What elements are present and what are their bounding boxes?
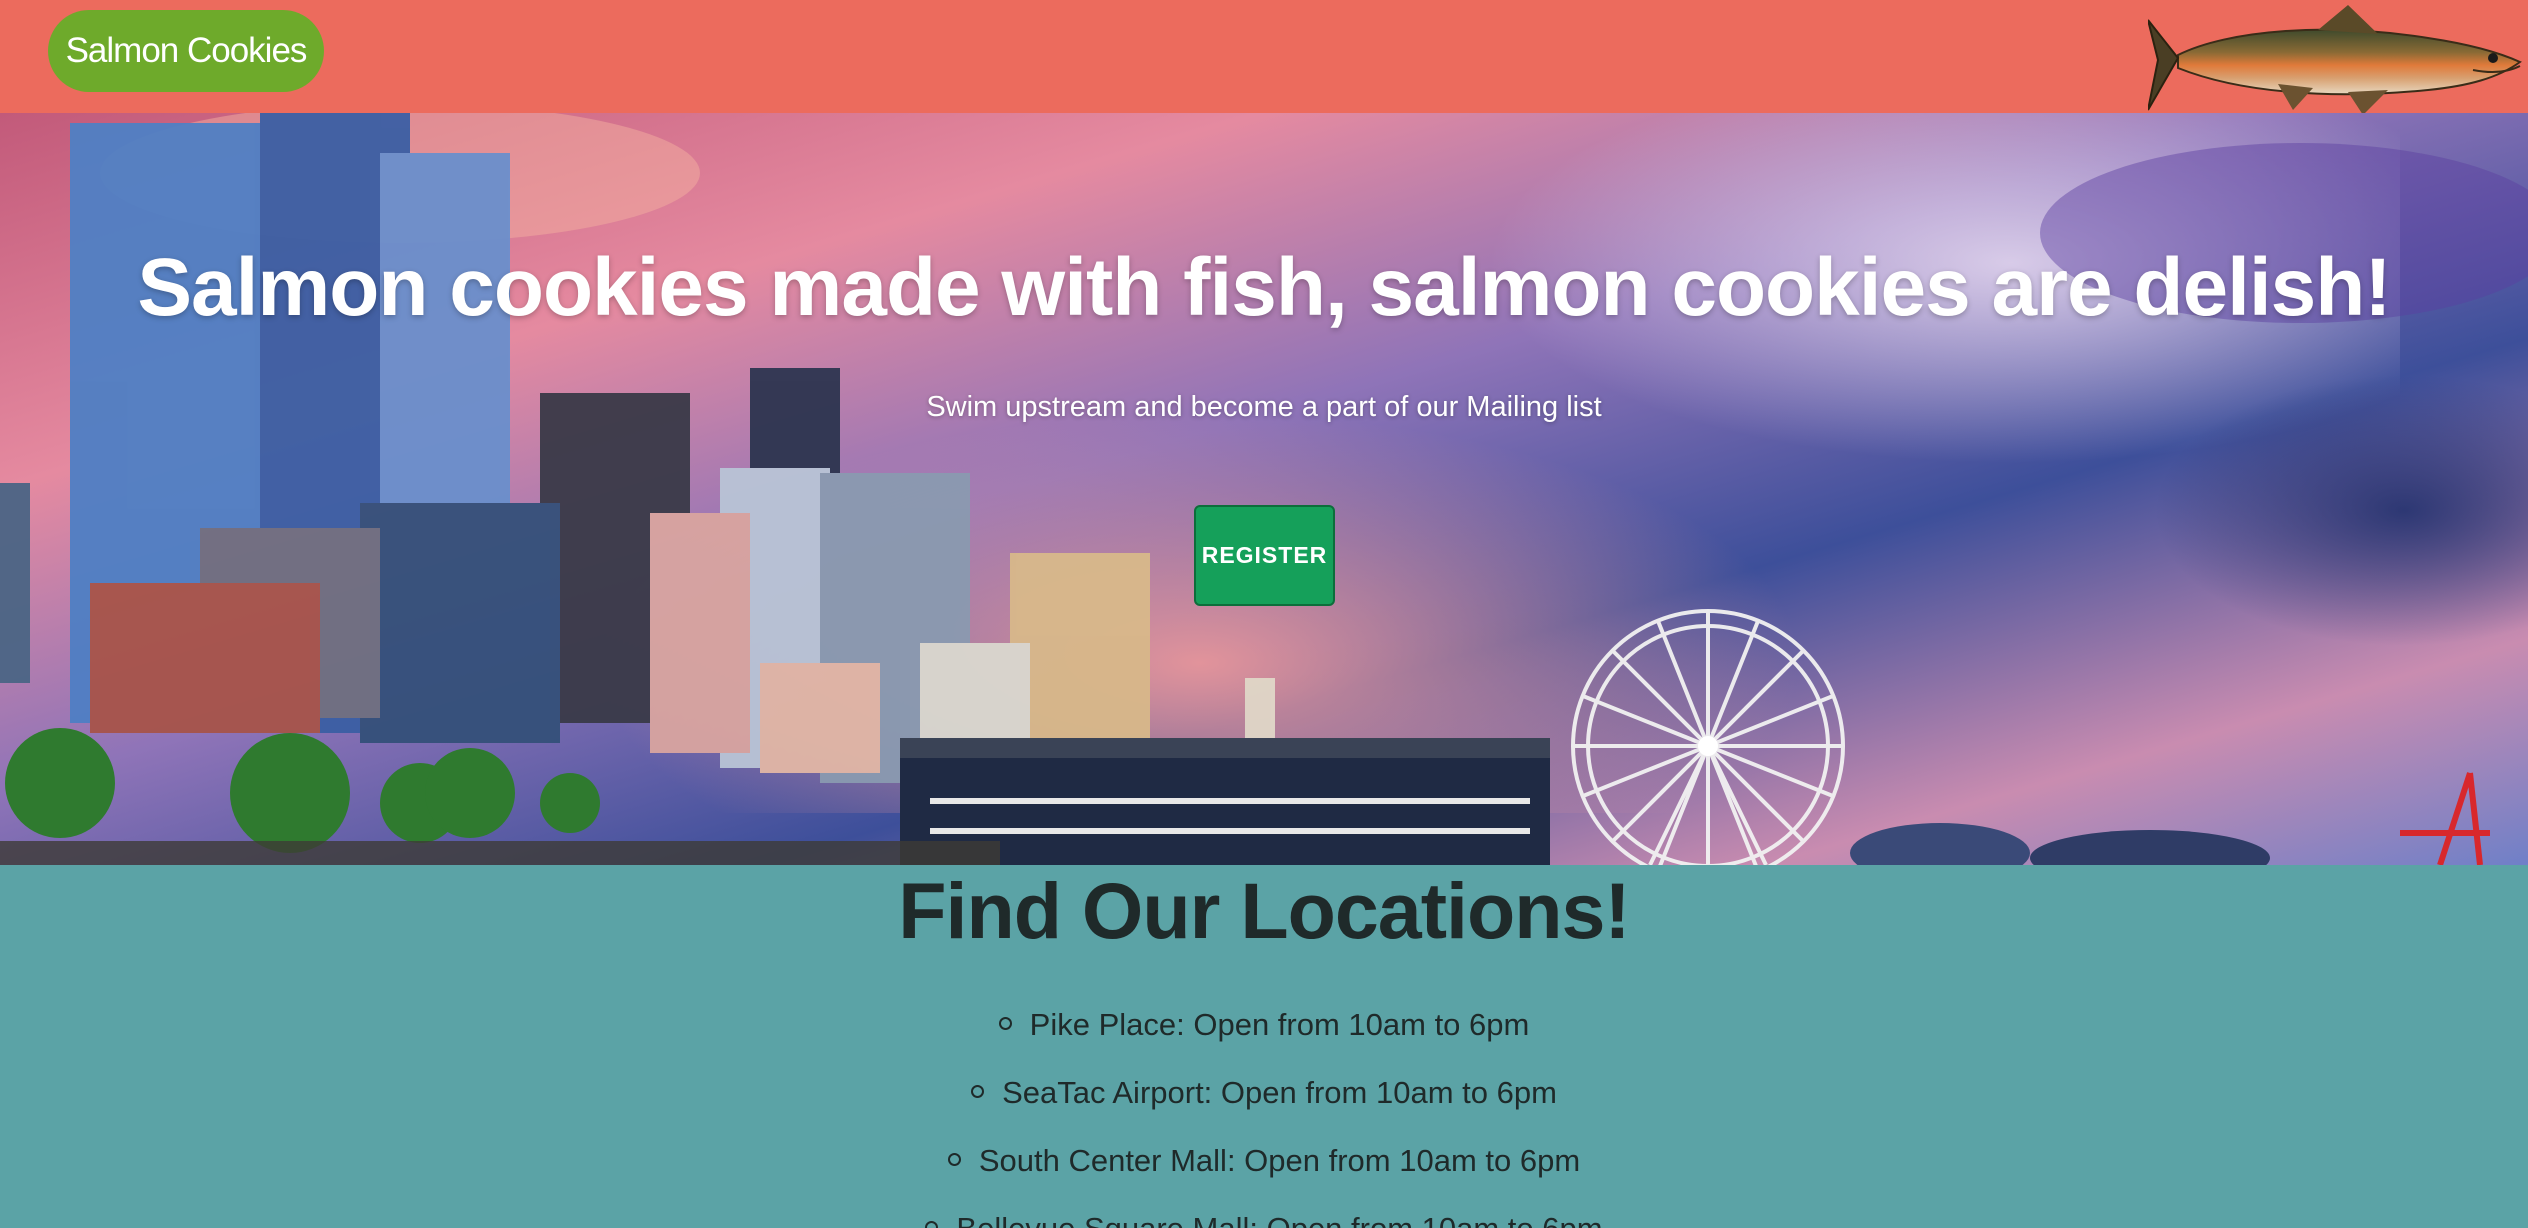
locations-section: Find Our Locations! Pike Place: Open fro… [0, 865, 2528, 1228]
location-item: Pike Place: Open from 10am to 6pm [0, 1007, 2528, 1075]
location-item: South Center Mall: Open from 10am to 6pm [0, 1143, 2528, 1211]
locations-title: Find Our Locations! [898, 866, 1630, 955]
register-button[interactable]: REGISTER [1194, 505, 1335, 606]
hero-section: Salmon cookies made with fish, salmon co… [0, 113, 2528, 865]
location-item: Bellevue Square Mall: Open from 10am to … [0, 1211, 2528, 1228]
locations-list: Pike Place: Open from 10am to 6pm SeaTac… [0, 1007, 2528, 1228]
location-text: South Center Mall: Open from 10am to 6pm [978, 1143, 1581, 1178]
circle-bullet-icon [925, 1221, 939, 1228]
location-text: SeaTac Airport: Open from 10am to 6pm [1002, 1075, 1557, 1110]
circle-bullet-icon [947, 1153, 961, 1167]
circle-bullet-icon [971, 1085, 985, 1099]
location-text: Bellevue Square Mall: Open from 10am to … [956, 1211, 1602, 1228]
hero-title: Salmon cookies made with fish, salmon co… [137, 242, 2391, 333]
salmon-fish-icon [2148, 5, 2522, 115]
top-nav-bar: Salmon Cookies [0, 0, 2528, 115]
brand-home-link[interactable]: Salmon Cookies [48, 10, 324, 92]
location-item: SeaTac Airport: Open from 10am to 6pm [0, 1075, 2528, 1143]
hero-subtitle: Swim upstream and become a part of our M… [926, 391, 1602, 423]
circle-bullet-icon [998, 1017, 1012, 1031]
seattle-skyline-background [0, 113, 2528, 865]
location-text: Pike Place: Open from 10am to 6pm [1029, 1007, 1530, 1042]
